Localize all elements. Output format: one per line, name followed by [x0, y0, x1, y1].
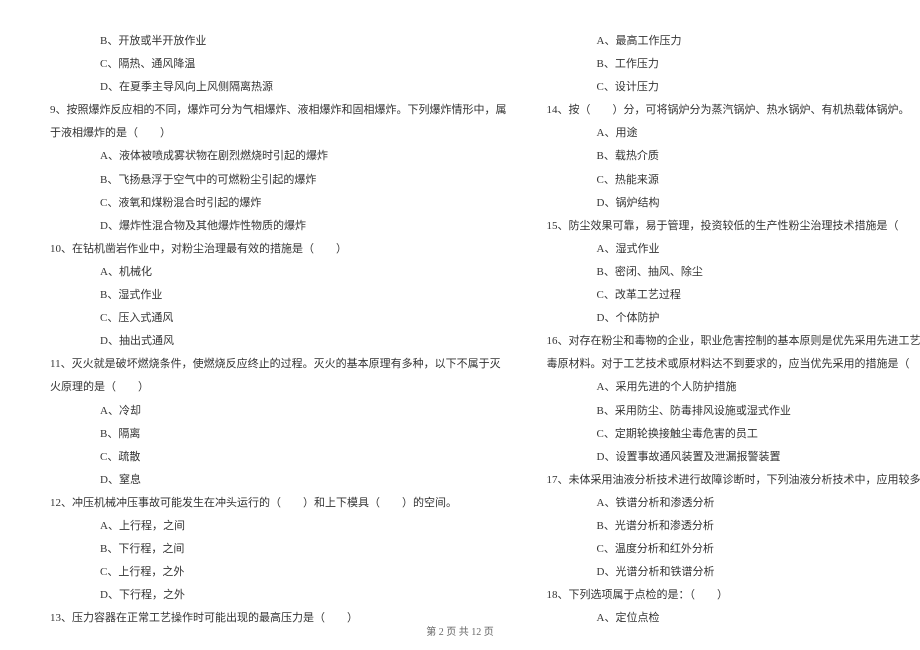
- option: D、爆炸性混合物及其他爆炸性物质的爆炸: [50, 215, 507, 238]
- option: C、隔热、通风降温: [50, 53, 507, 76]
- option: C、液氧和煤粉混合时引起的爆炸: [50, 192, 507, 215]
- option: D、个体防护: [547, 307, 920, 330]
- option: A、冷却: [50, 400, 507, 423]
- question-12: 12、冲压机械冲压事故可能发生在冲头运行的（ ）和上下模具（ ）的空间。: [50, 492, 507, 515]
- page-footer: 第 2 页 共 12 页: [0, 623, 920, 638]
- question-17: 17、未体采用油液分析技术进行故障诊断时，下列油液分析技术中，应用较多的是（ ）: [547, 469, 920, 492]
- option: B、开放或半开放作业: [50, 30, 507, 53]
- option: B、隔离: [50, 423, 507, 446]
- option: D、光谱分析和铁谱分析: [547, 561, 920, 584]
- question-10: 10、在钻机凿岩作业中，对粉尘治理最有效的措施是（ ）: [50, 238, 507, 261]
- question-14: 14、按（ ）分，可将锅炉分为蒸汽锅炉、热水锅炉、有机热载体锅炉。: [547, 99, 920, 122]
- question-11: 11、灭火就是破坏燃烧条件，使燃烧反应终止的过程。灭火的基本原理有多种，以下不属…: [50, 353, 507, 376]
- option: D、锅炉结构: [547, 192, 920, 215]
- question-15: 15、防尘效果可靠，易于管理，投资较低的生产性粉尘治理技术措施是（ ）: [547, 215, 920, 238]
- option: C、疏散: [50, 446, 507, 469]
- option: A、最高工作压力: [547, 30, 920, 53]
- document-page: B、开放或半开放作业 C、隔热、通风降温 D、在夏季主导风向上风侧隔离热源 9、…: [0, 0, 920, 610]
- option: B、载热介质: [547, 145, 920, 168]
- question-9-cont: 于液相爆炸的是（ ）: [50, 122, 507, 145]
- option: A、用途: [547, 122, 920, 145]
- question-16: 16、对存在粉尘和毒物的企业，职业危害控制的基本原则是优先采用先进工艺技术和无毒…: [547, 330, 920, 353]
- option: A、湿式作业: [547, 238, 920, 261]
- option: C、温度分析和红外分析: [547, 538, 920, 561]
- option: D、窒息: [50, 469, 507, 492]
- question-18: 18、下列选项属于点检的是：（ ）: [547, 584, 920, 607]
- option: A、采用先进的个人防护措施: [547, 376, 920, 399]
- option: B、工作压力: [547, 53, 920, 76]
- option: A、液体被喷成雾状物在剧烈燃烧时引起的爆炸: [50, 145, 507, 168]
- option: D、设置事故通风装置及泄漏报警装置: [547, 446, 920, 469]
- question-11-cont: 火原理的是（ ）: [50, 376, 507, 399]
- option: C、上行程，之外: [50, 561, 507, 584]
- left-column: B、开放或半开放作业 C、隔热、通风降温 D、在夏季主导风向上风侧隔离热源 9、…: [50, 30, 507, 570]
- option: A、铁谱分析和渗透分析: [547, 492, 920, 515]
- option: C、压入式通风: [50, 307, 507, 330]
- option: B、下行程，之间: [50, 538, 507, 561]
- option: D、下行程，之外: [50, 584, 507, 607]
- option: C、设计压力: [547, 76, 920, 99]
- option: B、光谱分析和渗透分析: [547, 515, 920, 538]
- option: B、密闭、抽风、除尘: [547, 261, 920, 284]
- option: D、在夏季主导风向上风侧隔离热源: [50, 76, 507, 99]
- option: C、热能来源: [547, 169, 920, 192]
- right-column: A、最高工作压力 B、工作压力 C、设计压力 14、按（ ）分，可将锅炉分为蒸汽…: [547, 30, 920, 570]
- option: C、改革工艺过程: [547, 284, 920, 307]
- question-16-cont: 毒原材料。对于工艺技术或原材料达不到要求的，应当优先采用的措施是（ ）: [547, 353, 920, 376]
- option: A、上行程，之间: [50, 515, 507, 538]
- option: B、采用防尘、防毒排风设施或湿式作业: [547, 400, 920, 423]
- question-9: 9、按照爆炸反应相的不同，爆炸可分为气相爆炸、液相爆炸和固相爆炸。下列爆炸情形中…: [50, 99, 507, 122]
- option: B、湿式作业: [50, 284, 507, 307]
- option: B、飞扬悬浮于空气中的可燃粉尘引起的爆炸: [50, 169, 507, 192]
- option: D、抽出式通风: [50, 330, 507, 353]
- option: A、机械化: [50, 261, 507, 284]
- option: C、定期轮换接触尘毒危害的员工: [547, 423, 920, 446]
